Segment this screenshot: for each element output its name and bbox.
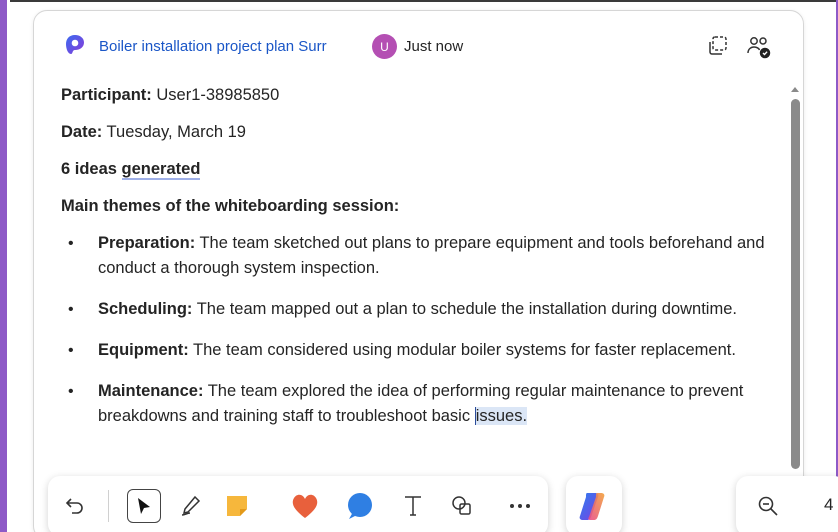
participant-value: User1-38985850: [151, 86, 280, 104]
share-with-people-icon[interactable]: [746, 34, 772, 60]
date-value: Tuesday, March 19: [102, 123, 246, 141]
copilot-icon: [579, 493, 605, 520]
list-item: Maintenance: The team explored the idea …: [61, 379, 781, 429]
copilot-button[interactable]: [566, 476, 622, 532]
list-item: Preparation: The team sketched out plans…: [61, 231, 781, 281]
scroll-thumb[interactable]: [791, 99, 800, 469]
text-icon[interactable]: [396, 489, 430, 523]
timestamp: Just now: [404, 38, 464, 55]
shapes-icon[interactable]: [445, 489, 479, 523]
zoom-level: 4: [824, 495, 834, 514]
summary-content: Participant: User1-38985850 Date: Tuesda…: [61, 83, 781, 445]
list-item: Equipment: The team considered using mod…: [61, 338, 781, 363]
undo-icon[interactable]: [58, 489, 92, 523]
author-avatar: U: [372, 34, 397, 59]
pen-icon[interactable]: [174, 489, 208, 523]
sticky-note-icon[interactable]: [220, 489, 254, 523]
date-label: Date:: [61, 123, 103, 141]
zoom-out-icon[interactable]: [756, 494, 780, 518]
loop-copilot-icon: [66, 35, 84, 54]
whiteboard-toolbar: [48, 476, 548, 532]
selected-text[interactable]: issues.: [474, 407, 528, 425]
participant-label: Participant:: [61, 86, 152, 104]
reaction-heart-icon[interactable]: [288, 489, 322, 523]
select-icon[interactable]: [127, 489, 161, 523]
window-top-border: [0, 0, 838, 2]
ideas-count: 6 ideas generated: [61, 160, 201, 180]
card-header: Boiler installation project plan Surr U …: [34, 11, 803, 81]
copilot-summary-card: Boiler installation project plan Surr U …: [33, 10, 804, 532]
vertical-scrollbar[interactable]: [789, 87, 801, 497]
themes-list: Preparation: The team sketched out plans…: [61, 231, 781, 429]
comment-icon[interactable]: [343, 489, 377, 523]
list-item: Scheduling: The team mapped out a plan t…: [61, 297, 781, 322]
zoom-controls: 4: [736, 476, 838, 532]
whiteboard-frame-left: [0, 0, 7, 532]
themes-heading: Main themes of the whiteboarding session…: [61, 197, 400, 215]
copy-icon[interactable]: [705, 34, 729, 58]
participant-line: Participant: User1-38985850: [61, 83, 781, 108]
scroll-up-arrow-icon[interactable]: [791, 87, 799, 92]
ideas-generated-link[interactable]: generated: [121, 160, 201, 180]
date-line: Date: Tuesday, March 19: [61, 120, 781, 145]
more-icon[interactable]: [503, 489, 537, 523]
card-title-link[interactable]: Boiler installation project plan Surr: [99, 38, 353, 55]
